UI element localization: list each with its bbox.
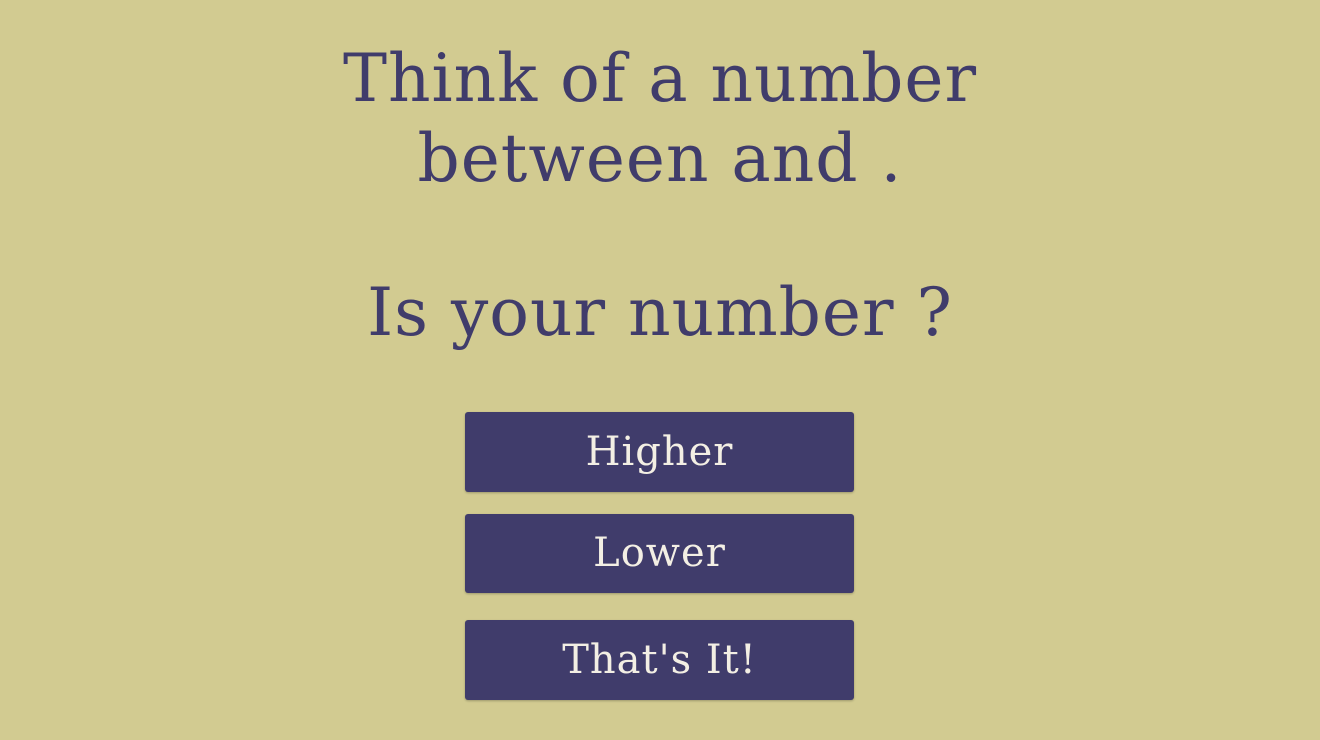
- thats-it-button[interactable]: That's It!: [465, 620, 854, 700]
- game-screen: { "prompt": { "line1": "Think of a numbe…: [0, 0, 1320, 740]
- lower-button[interactable]: Lower: [465, 514, 854, 593]
- prompt-line-2: between and .: [417, 120, 903, 197]
- higher-button[interactable]: Higher: [465, 412, 854, 492]
- guess-question: Is your number ?: [367, 274, 953, 351]
- prompt-line-1: Think of a number: [342, 40, 978, 117]
